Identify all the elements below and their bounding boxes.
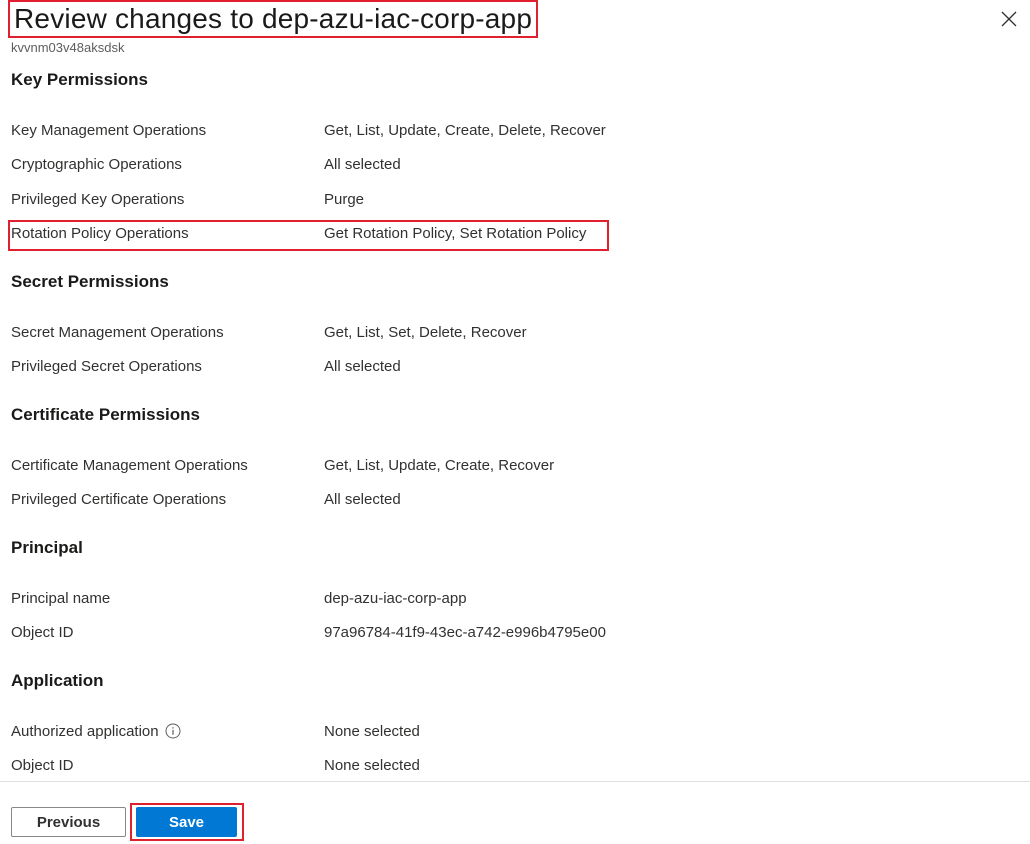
row-label: Privileged Secret Operations <box>11 357 202 375</box>
save-button[interactable]: Save <box>136 807 237 837</box>
row-key-management-operations: Key Management Operations Get, List, Upd… <box>11 120 606 140</box>
row-authorized-application: Authorized application None selected <box>11 721 420 741</box>
section-heading-key-permissions: Key Permissions <box>11 70 149 89</box>
row-label: Privileged Certificate Operations <box>11 490 227 508</box>
section-heading-application: Application <box>11 671 104 690</box>
close-button[interactable] <box>1000 10 1018 28</box>
row-value: Purge <box>324 190 365 208</box>
review-changes-panel: Review changes to dep-azu-iac-corp-app k… <box>0 0 1030 844</box>
row-value: Get Rotation Policy, Set Rotation Policy <box>324 224 587 242</box>
row-value: 97a96784-41f9-43ec-a742-e996b4795e00 <box>324 623 606 641</box>
row-label: Authorized application <box>11 722 159 740</box>
row-label: Secret Management Operations <box>11 323 224 341</box>
row-value: All selected <box>324 155 401 173</box>
info-icon[interactable] <box>165 723 181 739</box>
row-value: Get, List, Update, Create, Recover <box>324 456 555 474</box>
row-privileged-certificate-operations: Privileged Certificate Operations All se… <box>11 489 401 509</box>
row-value: Get, List, Update, Create, Delete, Recov… <box>324 121 606 139</box>
section-heading-secret-permissions: Secret Permissions <box>11 272 169 291</box>
row-value: dep-azu-iac-corp-app <box>324 589 467 607</box>
row-label: Cryptographic Operations <box>11 155 182 173</box>
row-principal-object-id: Object ID 97a96784-41f9-43ec-a742-e996b4… <box>11 622 606 642</box>
row-label-with-icon: Authorized application <box>11 723 324 740</box>
row-label: Certificate Management Operations <box>11 456 248 474</box>
row-label: Principal name <box>11 589 111 607</box>
row-privileged-key-operations: Privileged Key Operations Purge <box>11 189 364 209</box>
close-icon <box>1001 11 1017 27</box>
row-value: All selected <box>324 357 401 375</box>
row-certificate-management-operations: Certificate Management Operations Get, L… <box>11 455 554 475</box>
row-rotation-policy-operations: Rotation Policy Operations Get Rotation … <box>11 223 586 243</box>
row-label: Privileged Key Operations <box>11 190 185 208</box>
row-value: None selected <box>324 756 420 774</box>
page-title: Review changes to dep-azu-iac-corp-app <box>14 3 533 34</box>
row-application-object-id: Object ID None selected <box>11 755 420 775</box>
row-label: Object ID <box>11 756 74 774</box>
footer-divider <box>0 781 1030 782</box>
row-value: Get, List, Set, Delete, Recover <box>324 323 527 341</box>
row-value: None selected <box>324 722 420 740</box>
row-label: Rotation Policy Operations <box>11 224 189 242</box>
row-value: All selected <box>324 490 401 508</box>
row-label: Key Management Operations <box>11 121 207 139</box>
row-secret-management-operations: Secret Management Operations Get, List, … <box>11 322 527 342</box>
row-label: Object ID <box>11 623 74 641</box>
section-heading-certificate-permissions: Certificate Permissions <box>11 405 200 424</box>
section-heading-principal: Principal <box>11 538 83 557</box>
row-principal-name: Principal name dep-azu-iac-corp-app <box>11 588 467 608</box>
title-highlight: Review changes to dep-azu-iac-corp-app <box>8 0 539 38</box>
row-privileged-secret-operations: Privileged Secret Operations All selecte… <box>11 356 401 376</box>
key-vault-name: kvvnm03v48aksdsk <box>11 40 125 55</box>
previous-button[interactable]: Previous <box>11 807 126 837</box>
row-cryptographic-operations: Cryptographic Operations All selected <box>11 154 401 174</box>
